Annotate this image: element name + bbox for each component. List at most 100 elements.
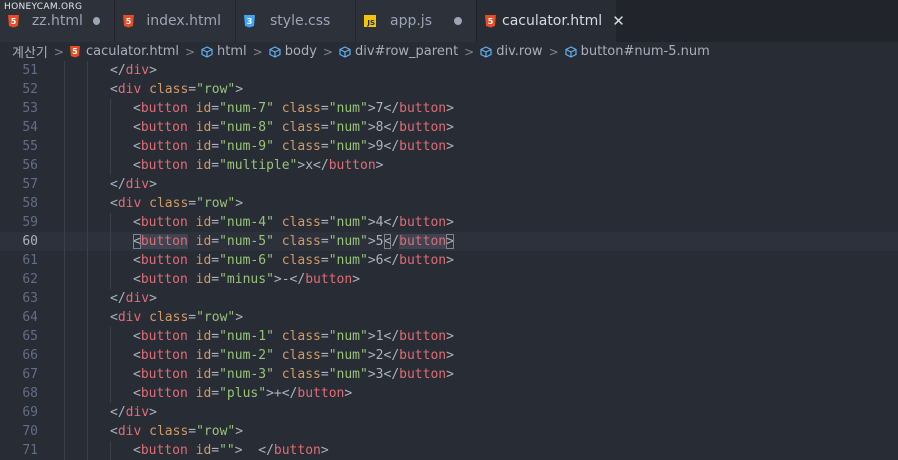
code-token: < xyxy=(110,196,118,211)
code-line[interactable]: 53 <button id="num-7" class="num">7</butt… xyxy=(0,99,898,118)
code-line[interactable]: 64 <div class="row"> xyxy=(0,308,898,327)
indent-guide xyxy=(64,346,65,365)
code-token: < xyxy=(133,101,141,116)
code-text: <button id="multiple">x</button> xyxy=(133,156,384,175)
breadcrumb-item-row-parent[interactable]: div#row_parent xyxy=(339,44,458,59)
code-token: >5 xyxy=(367,234,384,249)
indent-guide xyxy=(87,213,88,232)
code-token: button xyxy=(305,272,353,287)
code-token: div xyxy=(117,82,142,97)
code-line[interactable]: 52 <div class="row"> xyxy=(0,80,898,99)
code-token: "num-3" xyxy=(219,367,274,382)
code-token: class xyxy=(273,139,321,154)
code-token: button xyxy=(140,139,188,154)
tab-caculator-html[interactable]: 5 caculator.html ✕ xyxy=(477,0,625,42)
code-token: button xyxy=(140,272,188,287)
code-line[interactable]: 61 <button id="num-6" class="num">6</butt… xyxy=(0,251,898,270)
code-token: = xyxy=(211,139,220,154)
code-token: = xyxy=(320,253,329,268)
code-line[interactable]: 66 <button id="num-2" class="num">2</butt… xyxy=(0,346,898,365)
code-token: < xyxy=(133,120,141,135)
breadcrumb-item-body[interactable]: body xyxy=(269,44,317,59)
code-line[interactable]: 71 <button id=""> </button> xyxy=(0,441,898,460)
indent-guide xyxy=(64,308,65,327)
code-token: "num" xyxy=(328,329,368,344)
indent-guide xyxy=(87,346,88,365)
code-token: > xyxy=(352,272,361,287)
code-token: class xyxy=(273,120,321,135)
indent-guide xyxy=(87,61,88,80)
code-text: <button id="num-8" class="num">8</button… xyxy=(133,118,454,137)
line-number: 62 xyxy=(22,272,38,287)
code-token: id xyxy=(187,329,212,344)
code-token: </ xyxy=(110,177,126,192)
code-token: class xyxy=(273,367,321,382)
code-text: <div class="row"> xyxy=(110,422,243,441)
code-token: div xyxy=(117,310,142,325)
code-token: "num-5" xyxy=(219,234,274,249)
code-line[interactable]: 65 <button id="num-1" class="num">1</butt… xyxy=(0,327,898,346)
code-line[interactable]: 55 <button id="num-9" class="num">9</butt… xyxy=(0,137,898,156)
code-token: button xyxy=(399,101,447,116)
code-token: div xyxy=(125,63,150,78)
code-line[interactable]: 57 </div> xyxy=(0,175,898,194)
code-token: id xyxy=(187,101,212,116)
breadcrumb-item-div-row[interactable]: div.row xyxy=(480,44,543,59)
code-token: >+</ xyxy=(266,386,298,401)
code-token: = xyxy=(320,329,329,344)
code-token: id xyxy=(187,234,212,249)
html5-icon: 5 xyxy=(69,45,80,58)
breadcrumb-item-file[interactable]: 5 caculator.html xyxy=(69,44,179,59)
cube-icon xyxy=(339,45,351,58)
code-token: "num-9" xyxy=(219,139,274,154)
code-token: > xyxy=(446,101,454,116)
line-number: 61 xyxy=(22,253,38,268)
tab-style-css[interactable]: 3 style.css xyxy=(236,0,356,42)
code-line[interactable]: 56 <button id="multiple">x</button> xyxy=(0,156,898,175)
code-editor[interactable]: 51 </div> 52 <div class="row"> 53 <button id=… xyxy=(0,61,898,460)
indent-guide xyxy=(110,99,111,118)
indent-guide xyxy=(110,384,111,403)
code-token: id xyxy=(187,367,212,382)
code-line[interactable]: 70 <div class="row"> xyxy=(0,422,898,441)
indent-guide xyxy=(110,118,111,137)
tab-app-js[interactable]: JS app.js xyxy=(356,0,477,42)
code-token: > xyxy=(446,367,454,382)
code-line[interactable]: 60 <button id="num-5" class="num">5</butt… xyxy=(0,232,898,251)
code-line[interactable]: 68 <button id="plus">+</button> xyxy=(0,384,898,403)
line-number: 57 xyxy=(22,177,38,192)
code-token: class xyxy=(141,82,189,97)
code-line[interactable]: 63 </div> xyxy=(0,289,898,308)
code-token: > xyxy=(235,424,244,439)
indent-guide xyxy=(87,175,88,194)
unsaved-dot-icon[interactable] xyxy=(454,17,462,25)
code-line[interactable]: 51 </div> xyxy=(0,61,898,80)
unsaved-dot-icon[interactable] xyxy=(92,17,100,25)
code-token: button xyxy=(140,329,188,344)
breadcrumb-item-folder[interactable]: 계산기 xyxy=(12,42,48,61)
code-text: </div> xyxy=(110,289,157,308)
code-line[interactable]: 62 <button id="minus">-</button> xyxy=(0,270,898,289)
code-text: <button id="minus">-</button> xyxy=(133,270,360,289)
code-line[interactable]: 67 <button id="num-3" class="num">3</butt… xyxy=(0,365,898,384)
tab-index-html[interactable]: 5 index.html xyxy=(115,0,236,42)
code-line[interactable]: 54 <button id="num-8" class="num">8</butt… xyxy=(0,118,898,137)
indent-guide xyxy=(64,441,65,460)
code-token: > xyxy=(320,443,329,458)
code-line[interactable]: 58 <div class="row"> xyxy=(0,194,898,213)
code-token: >3</ xyxy=(367,367,400,382)
breadcrumb-item-html[interactable]: html xyxy=(201,44,247,59)
code-token: "num" xyxy=(328,234,368,249)
code-token: > xyxy=(235,82,244,97)
line-number: 58 xyxy=(22,196,38,211)
breadcrumb-item-button[interactable]: button#num-5.num xyxy=(565,44,710,59)
code-line[interactable]: 69 </div> xyxy=(0,403,898,422)
code-line[interactable]: 59 <button id="num-4" class="num">4</butt… xyxy=(0,213,898,232)
code-token: = xyxy=(188,196,197,211)
code-token: > xyxy=(446,348,454,363)
code-token: "row" xyxy=(196,424,236,439)
close-icon[interactable]: ✕ xyxy=(612,12,625,30)
tab-label: caculator.html xyxy=(502,13,603,29)
code-token: class xyxy=(141,196,189,211)
code-token: id xyxy=(187,272,212,287)
